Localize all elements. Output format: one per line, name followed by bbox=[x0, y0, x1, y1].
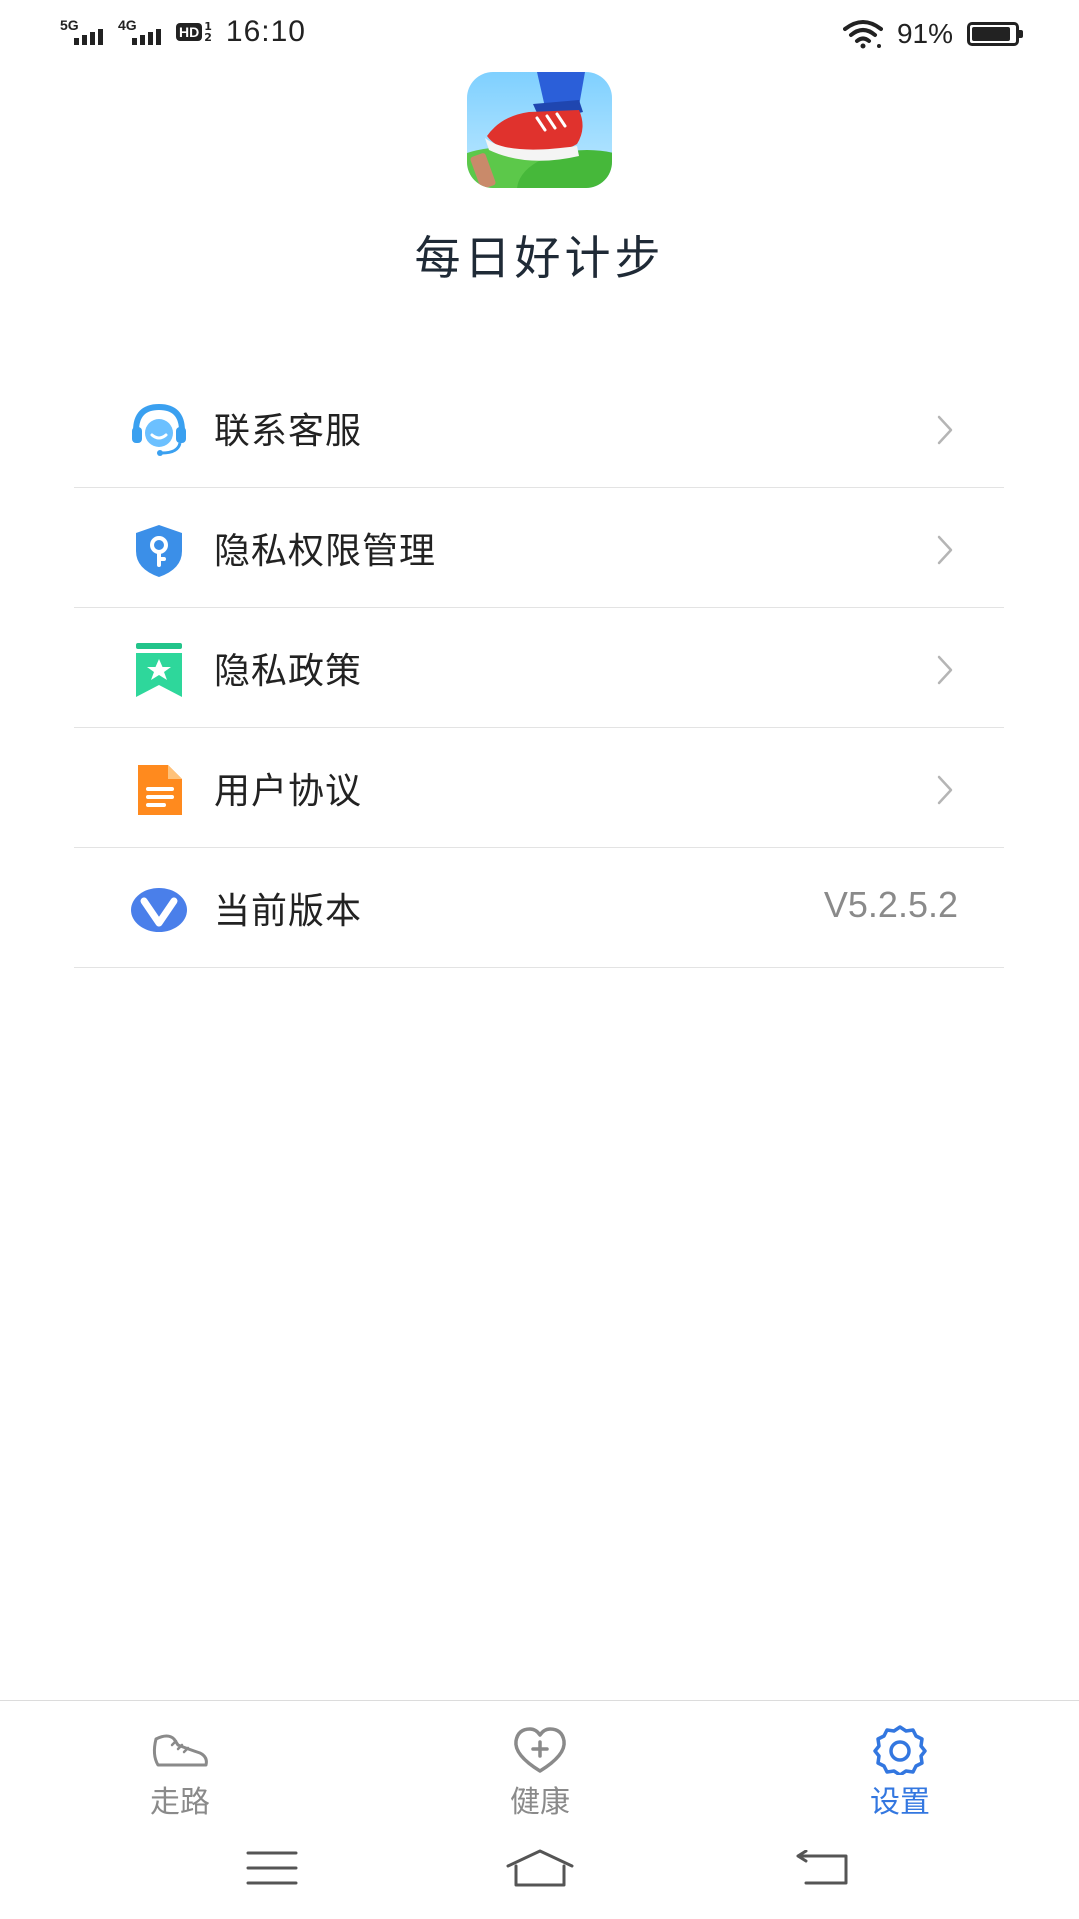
heart-plus-icon bbox=[514, 1727, 566, 1773]
menu-item-privacy-permissions[interactable]: 隐私权限管理 bbox=[74, 488, 1004, 608]
tab-label: 设置 bbox=[870, 1785, 930, 1820]
clock: 16:10 bbox=[225, 15, 306, 48]
battery-fill bbox=[972, 27, 1011, 41]
app-logo bbox=[467, 72, 612, 188]
bottom-tab-bar: 走路 健康 设置 bbox=[0, 1700, 1079, 1821]
menu-icon[interactable] bbox=[246, 1850, 298, 1886]
hd-voice-icon: HD 1 2 bbox=[176, 21, 212, 43]
chevron-right-icon bbox=[937, 535, 953, 565]
hd-frac-bottom: 2 bbox=[204, 31, 212, 44]
menu-item-current-version: 当前版本 V5.2.5.2 bbox=[74, 848, 1004, 968]
tab-walk[interactable]: 走路 bbox=[100, 1725, 260, 1821]
version-v-icon bbox=[131, 888, 187, 932]
document-icon bbox=[138, 765, 182, 815]
battery-icon bbox=[967, 22, 1023, 46]
menu-item-privacy-policy[interactable]: 隐私政策 bbox=[74, 608, 1004, 728]
menu-item-label: 当前版本 bbox=[214, 891, 363, 932]
menu-item-label: 隐私权限管理 bbox=[214, 531, 437, 572]
chevron-right-icon bbox=[937, 775, 953, 805]
menu-item-label: 隐私政策 bbox=[214, 651, 363, 692]
sneaker-step-icon bbox=[467, 72, 612, 188]
menu-item-label: 用户协议 bbox=[214, 771, 363, 812]
chevron-right-icon bbox=[937, 655, 953, 685]
menu-item-customer-service[interactable]: 联系客服 bbox=[74, 368, 1004, 488]
hd-label: HD bbox=[176, 23, 203, 41]
customer-service-headset-icon bbox=[132, 403, 186, 456]
battery-percent: 91% bbox=[896, 18, 953, 49]
menu-item-user-agreement[interactable]: 用户协议 bbox=[74, 728, 1004, 848]
status-right: 91% bbox=[842, 14, 1023, 54]
home-icon[interactable] bbox=[504, 1848, 576, 1888]
back-icon[interactable] bbox=[796, 1850, 850, 1886]
bookmark-star-icon bbox=[136, 643, 182, 697]
shield-key-icon bbox=[136, 525, 182, 577]
sneaker-icon bbox=[152, 1734, 208, 1767]
tab-label: 走路 bbox=[150, 1785, 210, 1820]
tab-label: 健康 bbox=[510, 1785, 570, 1820]
version-number: V5.2.5.2 bbox=[823, 884, 958, 925]
tab-health[interactable]: 健康 bbox=[460, 1725, 620, 1821]
menu-item-label: 联系客服 bbox=[214, 411, 363, 452]
status-bar: 5G 4G HD 1 2 16:10 91% bbox=[0, 0, 1079, 64]
hd-sim-index: 1 2 bbox=[204, 21, 212, 43]
signal-4g-icon: 4G bbox=[118, 15, 166, 49]
wifi-icon bbox=[842, 20, 883, 49]
tab-settings[interactable]: 设置 bbox=[820, 1725, 980, 1821]
app-name: 每日好计步 bbox=[414, 231, 665, 285]
settings-menu: 联系客服 隐私权限管理 隐私政策 用户协议 当前版本 V5.2.5.2 bbox=[74, 368, 1004, 968]
gear-icon bbox=[873, 1725, 927, 1775]
signal-5g-icon: 5G bbox=[60, 15, 108, 49]
system-navigation-bar bbox=[0, 1822, 1079, 1919]
status-left: 5G 4G HD 1 2 16:10 bbox=[60, 12, 306, 52]
chevron-right-icon bbox=[937, 415, 953, 445]
